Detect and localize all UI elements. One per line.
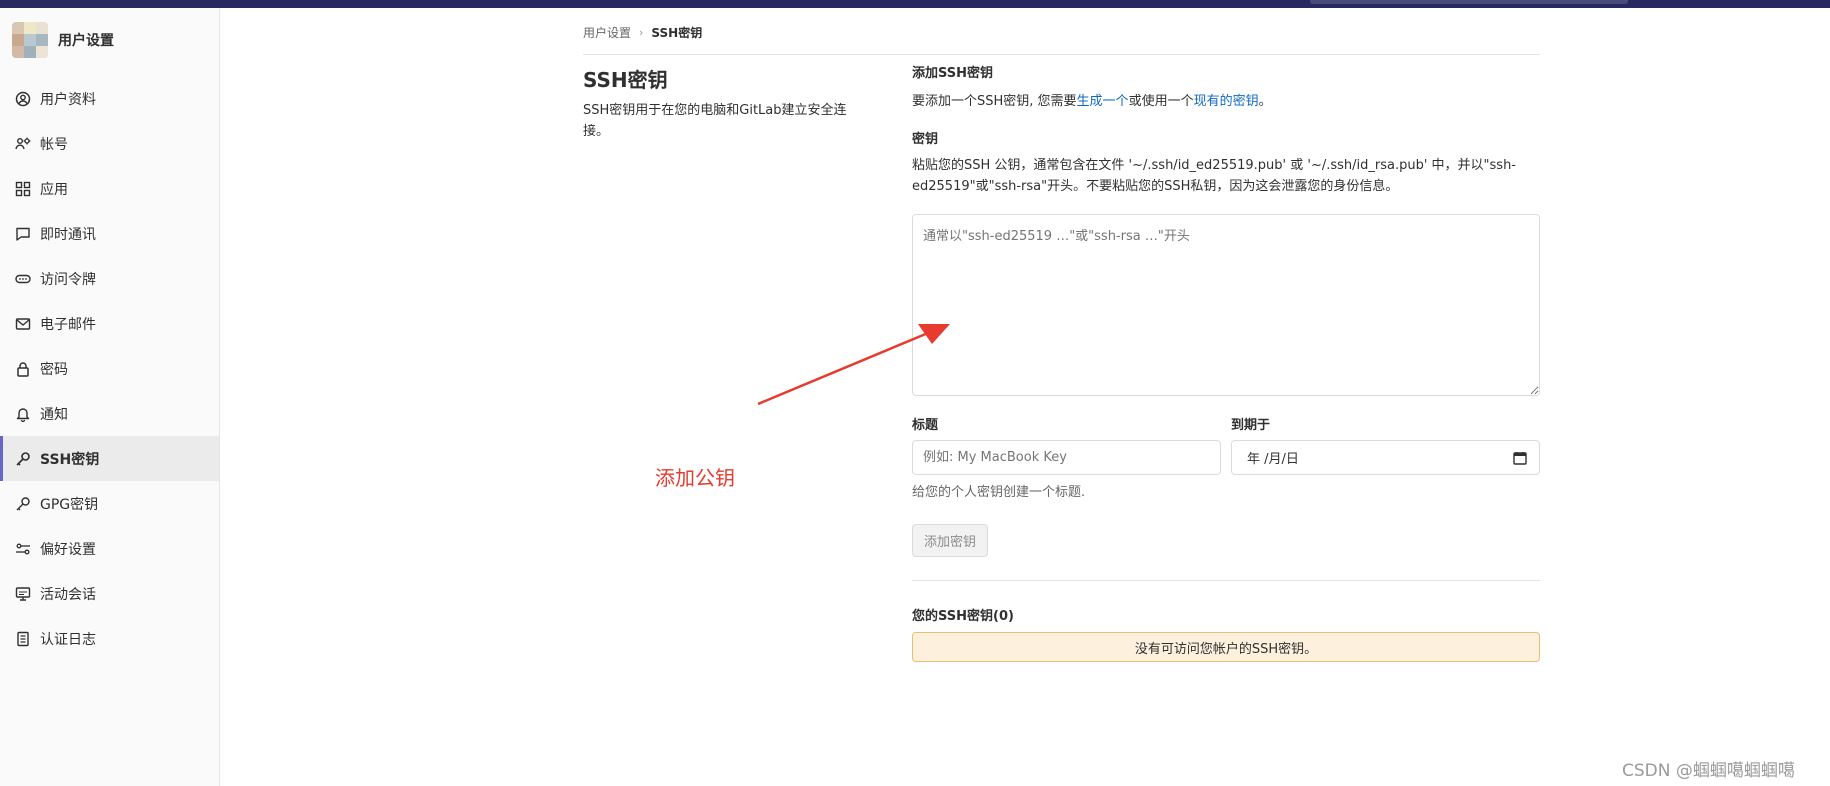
- sidebar-item-label: SSH密钥: [40, 451, 100, 468]
- add-key-instructions: 要添加一个SSH密钥, 您需要生成一个或使用一个现有的密钥。: [912, 91, 1540, 112]
- mail-icon: [15, 316, 31, 332]
- title-input[interactable]: [912, 440, 1221, 475]
- search-bar[interactable]: [1310, 0, 1628, 4]
- sidebar-item-label: 用户资料: [40, 91, 96, 108]
- sidebar-title: 用户设置: [58, 33, 114, 49]
- sidebar-item-label: 通知: [40, 406, 68, 423]
- preferences-icon: [15, 541, 31, 557]
- sidebar-item-password[interactable]: 密码: [0, 346, 219, 391]
- sidebar-item-notifications[interactable]: 通知: [0, 391, 219, 436]
- key-label: 密钥: [912, 132, 939, 147]
- breadcrumb-parent[interactable]: 用户设置: [583, 24, 631, 41]
- divider: [583, 54, 1540, 55]
- existing-key-link[interactable]: 现有的密钥: [1194, 94, 1259, 109]
- sidebar-item-account[interactable]: 帐号: [0, 121, 219, 166]
- sidebar-item-gpg-keys[interactable]: GPG密钥: [0, 481, 219, 526]
- chat-icon: [15, 226, 31, 242]
- add-key-text-middle: 或使用一个: [1128, 94, 1194, 109]
- add-key-button[interactable]: 添加密钥: [912, 524, 989, 557]
- profile-icon: [15, 91, 31, 107]
- your-keys-title: 您的SSH密钥(0): [912, 609, 1014, 624]
- sidebar-item-label: 密码: [40, 361, 68, 378]
- monitor-icon: [15, 586, 31, 602]
- key-help-text: 粘贴您的SSH 公钥，通常包含在文件 '~/.ssh/id_ed25519.pu…: [912, 158, 1516, 194]
- breadcrumb: 用户设置 › SSH密钥: [583, 22, 702, 42]
- sidebar-item-ssh-keys[interactable]: SSH密钥: [0, 436, 219, 481]
- sidebar-item-label: 即时通讯: [40, 226, 96, 243]
- sidebar-item-preferences[interactable]: 偏好设置: [0, 526, 219, 571]
- sidebar-item-label: 帐号: [40, 136, 68, 153]
- applications-icon: [15, 181, 31, 197]
- sidebar-item-label: 活动会话: [40, 586, 96, 603]
- add-key-section: 添加SSH密钥 要添加一个SSH密钥, 您需要生成一个或使用一个现有的密钥。 密…: [912, 62, 1540, 197]
- account-icon: [15, 136, 31, 152]
- page-title: SSH密钥: [583, 68, 668, 92]
- page-description: SSH密钥用于在您的电脑和GitLab建立安全连接。: [583, 103, 847, 139]
- sidebar-header[interactable]: 用户设置: [12, 20, 114, 60]
- title-label: 标题: [912, 418, 939, 433]
- sidebar-item-auth-log[interactable]: 认证日志: [0, 616, 219, 661]
- sidebar-item-profile[interactable]: 用户资料: [0, 76, 219, 121]
- sidebar-item-tokens[interactable]: 访问令牌: [0, 256, 219, 301]
- add-key-title: 添加SSH密钥: [912, 66, 994, 81]
- log-icon: [15, 631, 31, 647]
- title-hint: 给您的个人密钥创建一个标题.: [912, 485, 1086, 500]
- expires-date-value: 年 /月/日: [1247, 452, 1299, 467]
- key-textarea[interactable]: [912, 214, 1540, 396]
- sidebar-item-label: 电子邮件: [40, 316, 96, 333]
- sidebar-item-active-sessions[interactable]: 活动会话: [0, 571, 219, 616]
- add-key-text-suffix: 。: [1258, 94, 1272, 109]
- sidebar-nav: 用户资料 帐号 应用 即时通讯 访问令牌 电子邮件 密码 通知 SSH密钥 GP…: [0, 76, 219, 661]
- annotation-arrow: [757, 324, 950, 406]
- sidebar-item-label: 访问令牌: [40, 271, 96, 288]
- watermark: CSDN @蝈蝈噶蝈蝈噶: [1622, 761, 1795, 781]
- sidebar-item-label: 应用: [40, 181, 68, 198]
- calendar-icon[interactable]: [1513, 451, 1527, 465]
- breadcrumb-current[interactable]: SSH密钥: [651, 24, 702, 41]
- breadcrumb-separator: ›: [639, 25, 644, 39]
- add-key-text-prefix: 要添加一个SSH密钥, 您需要: [912, 94, 1077, 109]
- token-icon: [15, 271, 31, 287]
- key-icon: [15, 496, 31, 512]
- expires-label: 到期于: [1231, 418, 1271, 433]
- sidebar: 用户设置 用户资料 帐号 应用 即时通讯 访问令牌 电子邮件 密码 通知 SSH…: [0, 8, 220, 786]
- avatar[interactable]: [12, 22, 48, 58]
- sidebar-item-label: 认证日志: [40, 631, 96, 648]
- sidebar-item-emails[interactable]: 电子邮件: [0, 301, 219, 346]
- top-navbar: [0, 0, 1830, 8]
- empty-keys-alert: 没有可访问您帐户的SSH密钥。: [912, 632, 1540, 662]
- lock-icon: [15, 361, 31, 377]
- sidebar-item-label: 偏好设置: [40, 541, 96, 558]
- sidebar-item-applications[interactable]: 应用: [0, 166, 219, 211]
- sidebar-item-label: GPG密钥: [40, 496, 99, 513]
- bell-icon: [15, 406, 31, 422]
- key-icon: [15, 451, 31, 467]
- annotation-label: 添加公钥: [655, 466, 735, 490]
- sidebar-item-chat[interactable]: 即时通讯: [0, 211, 219, 256]
- generate-key-link[interactable]: 生成一个: [1077, 94, 1129, 109]
- expires-date-input[interactable]: 年 /月/日: [1231, 440, 1540, 475]
- divider: [912, 580, 1540, 581]
